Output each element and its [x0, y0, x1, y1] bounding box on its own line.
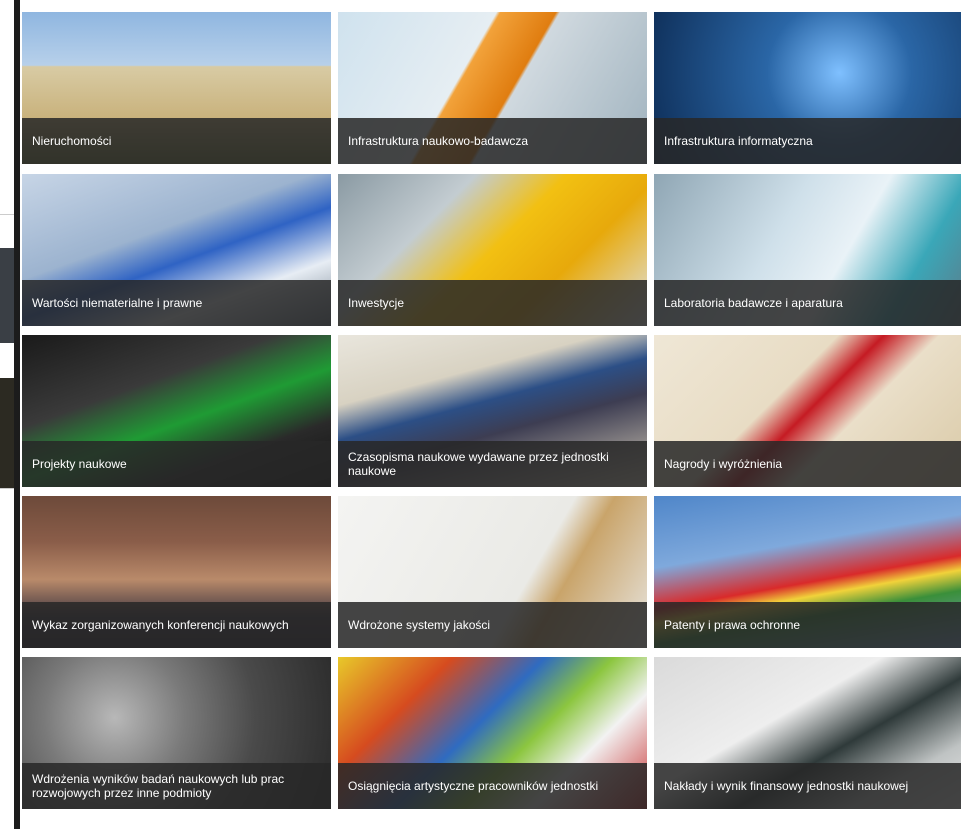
- tile-projekty-naukowe[interactable]: Projekty naukowe: [22, 335, 331, 487]
- tile-wartosci-niematerialne[interactable]: Wartości niematerialne i prawne: [22, 174, 331, 326]
- tile-systemy-jakosci[interactable]: Wdrożone systemy jakości: [338, 496, 647, 648]
- panel-divider: [14, 0, 20, 829]
- tile-infrastruktura-naukowo-badawcza[interactable]: Infrastruktura naukowo-badawcza: [338, 12, 647, 164]
- tile-label: Laboratoria badawcze i aparatura: [664, 296, 843, 310]
- divider: [0, 488, 14, 489]
- tile-caption: Wartości niematerialne i prawne: [22, 280, 331, 326]
- tile-label: Osiągnięcia artystyczne pracowników jedn…: [348, 779, 599, 793]
- tile-caption: Nieruchomości: [22, 118, 331, 164]
- tile-laboratoria[interactable]: Laboratoria badawcze i aparatura: [654, 174, 961, 326]
- tile-caption: Osiągnięcia artystyczne pracowników jedn…: [338, 763, 647, 809]
- partial-thumbnail: [0, 378, 14, 488]
- tile-nagrody[interactable]: Nagrody i wyróżnienia: [654, 335, 961, 487]
- tile-naklady-finansowe[interactable]: Nakłady i wynik finansowy jednostki nauk…: [654, 657, 961, 809]
- tile-caption: Infrastruktura informatyczna: [654, 118, 961, 164]
- tile-label: Nakłady i wynik finansowy jednostki nauk…: [664, 779, 909, 793]
- tile-label: Projekty naukowe: [32, 457, 127, 471]
- tile-caption: Nakłady i wynik finansowy jednostki nauk…: [654, 763, 961, 809]
- tile-konferencje[interactable]: Wykaz zorganizowanych konferencji naukow…: [22, 496, 331, 648]
- tile-label: Inwestycje: [348, 296, 405, 310]
- tile-caption: Wdrożenia wyników badań naukowych lub pr…: [22, 763, 331, 809]
- tile-label: Wdrożenia wyników badań naukowych lub pr…: [32, 772, 285, 800]
- tile-caption: Projekty naukowe: [22, 441, 331, 487]
- tile-label: Nieruchomości: [32, 134, 112, 148]
- divider: [0, 214, 14, 215]
- tile-caption: Laboratoria badawcze i aparatura: [654, 280, 961, 326]
- tile-label: Nagrody i wyróżnienia: [664, 457, 783, 471]
- tile-label: Infrastruktura informatyczna: [664, 134, 813, 148]
- top-heading-remnant: [22, 0, 961, 10]
- tile-label: Czasopisma naukowe wydawane przez jednos…: [348, 450, 609, 478]
- tile-label: Wdrożone systemy jakości: [348, 618, 491, 632]
- tile-label: Infrastruktura naukowo-badawcza: [348, 134, 529, 148]
- tile-czasopisma[interactable]: Czasopisma naukowe wydawane przez jednos…: [338, 335, 647, 487]
- tile-caption: Czasopisma naukowe wydawane przez jednos…: [338, 441, 647, 487]
- tile-caption: Nagrody i wyróżnienia: [654, 441, 961, 487]
- tile-osiagniecia-artystyczne[interactable]: Osiągnięcia artystyczne pracowników jedn…: [338, 657, 647, 809]
- tile-nieruchomosci[interactable]: Nieruchomości: [22, 12, 331, 164]
- tile-caption: Inwestycje: [338, 280, 647, 326]
- tile-wdrozenia[interactable]: Wdrożenia wyników badań naukowych lub pr…: [22, 657, 331, 809]
- tile-label: Wykaz zorganizowanych konferencji naukow…: [32, 618, 289, 632]
- tile-infrastruktura-informatyczna[interactable]: Infrastruktura informatyczna: [654, 12, 961, 164]
- tile-caption: Wykaz zorganizowanych konferencji naukow…: [22, 602, 331, 648]
- tile-label: Patenty i prawa ochronne: [664, 618, 801, 632]
- left-panel-edge: [0, 0, 20, 829]
- tile-caption: Infrastruktura naukowo-badawcza: [338, 118, 647, 164]
- tile-caption: Wdrożone systemy jakości: [338, 602, 647, 648]
- tile-label: Wartości niematerialne i prawne: [32, 296, 203, 310]
- tile-inwestycje[interactable]: Inwestycje: [338, 174, 647, 326]
- partial-thumbnail: [0, 248, 14, 343]
- tile-caption: Patenty i prawa ochronne: [654, 602, 961, 648]
- tile-patenty[interactable]: Patenty i prawa ochronne: [654, 496, 961, 648]
